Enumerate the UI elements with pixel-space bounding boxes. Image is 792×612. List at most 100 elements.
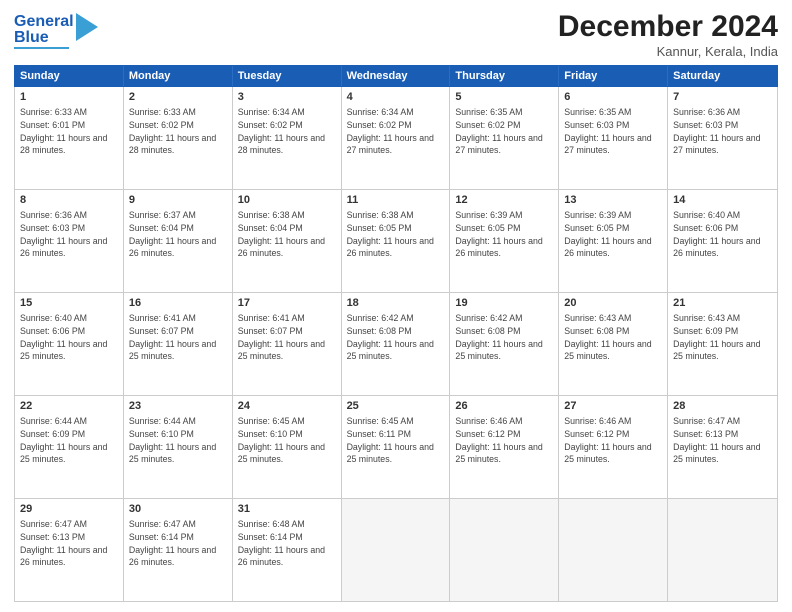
logo-icon [76,13,98,41]
day-cell-20: 20 Sunrise: 6:43 AM Sunset: 6:08 PM Dayl… [559,293,668,395]
sunrise-info: Sunrise: 6:45 AM [238,416,305,426]
day-cell-29: 29 Sunrise: 6:47 AM Sunset: 6:13 PM Dayl… [15,499,124,601]
sunset-info: Sunset: 6:08 PM [564,326,629,336]
day-header-friday: Friday [559,66,668,86]
sunset-info: Sunset: 6:08 PM [455,326,520,336]
sunrise-info: Sunrise: 6:41 AM [129,313,196,323]
sunrise-info: Sunrise: 6:43 AM [673,313,740,323]
empty-cell [668,499,777,601]
sunrise-info: Sunrise: 6:33 AM [20,107,87,117]
sunset-info: Sunset: 6:09 PM [20,429,85,439]
sunset-info: Sunset: 6:13 PM [20,532,85,542]
day-number: 10 [238,193,336,208]
daylight-info: Daylight: 11 hours and 27 minutes. [455,133,542,156]
day-cell-14: 14 Sunrise: 6:40 AM Sunset: 6:06 PM Dayl… [668,190,777,292]
day-cell-4: 4 Sunrise: 6:34 AM Sunset: 6:02 PM Dayli… [342,87,451,189]
sunset-info: Sunset: 6:02 PM [238,120,303,130]
logo-blue: Blue [14,30,74,46]
sunrise-info: Sunrise: 6:33 AM [129,107,196,117]
day-cell-2: 2 Sunrise: 6:33 AM Sunset: 6:02 PM Dayli… [124,87,233,189]
sunset-info: Sunset: 6:11 PM [347,429,411,439]
day-number: 27 [564,399,662,414]
sunrise-info: Sunrise: 6:42 AM [455,313,522,323]
daylight-info: Daylight: 11 hours and 26 minutes. [20,545,107,568]
day-header-sunday: Sunday [15,66,124,86]
day-header-tuesday: Tuesday [233,66,342,86]
sunrise-info: Sunrise: 6:41 AM [238,313,305,323]
calendar-week-1: 1 Sunrise: 6:33 AM Sunset: 6:01 PM Dayli… [15,87,777,190]
daylight-info: Daylight: 11 hours and 28 minutes. [238,133,325,156]
daylight-info: Daylight: 11 hours and 25 minutes. [238,442,325,465]
day-cell-31: 31 Sunrise: 6:48 AM Sunset: 6:14 PM Dayl… [233,499,342,601]
sunset-info: Sunset: 6:04 PM [238,223,303,233]
sunrise-info: Sunrise: 6:39 AM [455,210,522,220]
sunset-info: Sunset: 6:10 PM [238,429,303,439]
day-number: 3 [238,90,336,105]
sunset-info: Sunset: 6:04 PM [129,223,194,233]
daylight-info: Daylight: 11 hours and 25 minutes. [564,442,651,465]
day-cell-15: 15 Sunrise: 6:40 AM Sunset: 6:06 PM Dayl… [15,293,124,395]
daylight-info: Daylight: 11 hours and 26 minutes. [238,236,325,259]
sunset-info: Sunset: 6:05 PM [347,223,412,233]
day-number: 29 [20,502,118,517]
calendar-week-3: 15 Sunrise: 6:40 AM Sunset: 6:06 PM Dayl… [15,293,777,396]
sunrise-info: Sunrise: 6:48 AM [238,519,305,529]
empty-cell [559,499,668,601]
daylight-info: Daylight: 11 hours and 25 minutes. [129,339,216,362]
daylight-info: Daylight: 11 hours and 25 minutes. [129,442,216,465]
sunrise-info: Sunrise: 6:47 AM [20,519,87,529]
daylight-info: Daylight: 11 hours and 25 minutes. [455,442,542,465]
daylight-info: Daylight: 11 hours and 25 minutes. [347,339,434,362]
sunset-info: Sunset: 6:07 PM [238,326,303,336]
calendar-header: SundayMondayTuesdayWednesdayThursdayFrid… [14,65,778,87]
day-number: 28 [673,399,772,414]
day-cell-22: 22 Sunrise: 6:44 AM Sunset: 6:09 PM Dayl… [15,396,124,498]
sunrise-info: Sunrise: 6:38 AM [238,210,305,220]
day-cell-21: 21 Sunrise: 6:43 AM Sunset: 6:09 PM Dayl… [668,293,777,395]
sunset-info: Sunset: 6:12 PM [564,429,629,439]
day-number: 22 [20,399,118,414]
day-number: 26 [455,399,553,414]
sunrise-info: Sunrise: 6:35 AM [564,107,631,117]
sunrise-info: Sunrise: 6:45 AM [347,416,414,426]
sunset-info: Sunset: 6:13 PM [673,429,738,439]
sunrise-info: Sunrise: 6:34 AM [238,107,305,117]
sunrise-info: Sunrise: 6:44 AM [129,416,196,426]
day-number: 17 [238,296,336,311]
sunset-info: Sunset: 6:05 PM [564,223,629,233]
daylight-info: Daylight: 11 hours and 25 minutes. [20,442,107,465]
day-number: 16 [129,296,227,311]
daylight-info: Daylight: 11 hours and 25 minutes. [238,339,325,362]
day-number: 12 [455,193,553,208]
day-number: 9 [129,193,227,208]
daylight-info: Daylight: 11 hours and 27 minutes. [673,133,760,156]
sunrise-info: Sunrise: 6:46 AM [564,416,631,426]
sunset-info: Sunset: 6:03 PM [20,223,85,233]
day-number: 14 [673,193,772,208]
sunset-info: Sunset: 6:12 PM [455,429,520,439]
day-cell-8: 8 Sunrise: 6:36 AM Sunset: 6:03 PM Dayli… [15,190,124,292]
day-number: 31 [238,502,336,517]
day-number: 19 [455,296,553,311]
day-header-wednesday: Wednesday [342,66,451,86]
sunrise-info: Sunrise: 6:38 AM [347,210,414,220]
day-cell-13: 13 Sunrise: 6:39 AM Sunset: 6:05 PM Dayl… [559,190,668,292]
day-number: 20 [564,296,662,311]
day-cell-1: 1 Sunrise: 6:33 AM Sunset: 6:01 PM Dayli… [15,87,124,189]
day-cell-9: 9 Sunrise: 6:37 AM Sunset: 6:04 PM Dayli… [124,190,233,292]
empty-cell [342,499,451,601]
sunset-info: Sunset: 6:08 PM [347,326,412,336]
daylight-info: Daylight: 11 hours and 26 minutes. [673,236,760,259]
day-number: 5 [455,90,553,105]
daylight-info: Daylight: 11 hours and 25 minutes. [673,442,760,465]
sunset-info: Sunset: 6:10 PM [129,429,194,439]
day-number: 13 [564,193,662,208]
day-cell-11: 11 Sunrise: 6:38 AM Sunset: 6:05 PM Dayl… [342,190,451,292]
daylight-info: Daylight: 11 hours and 25 minutes. [673,339,760,362]
calendar: SundayMondayTuesdayWednesdayThursdayFrid… [14,65,778,602]
day-cell-19: 19 Sunrise: 6:42 AM Sunset: 6:08 PM Dayl… [450,293,559,395]
sunrise-info: Sunrise: 6:43 AM [564,313,631,323]
daylight-info: Daylight: 11 hours and 26 minutes. [455,236,542,259]
empty-cell [450,499,559,601]
calendar-week-5: 29 Sunrise: 6:47 AM Sunset: 6:13 PM Dayl… [15,499,777,601]
